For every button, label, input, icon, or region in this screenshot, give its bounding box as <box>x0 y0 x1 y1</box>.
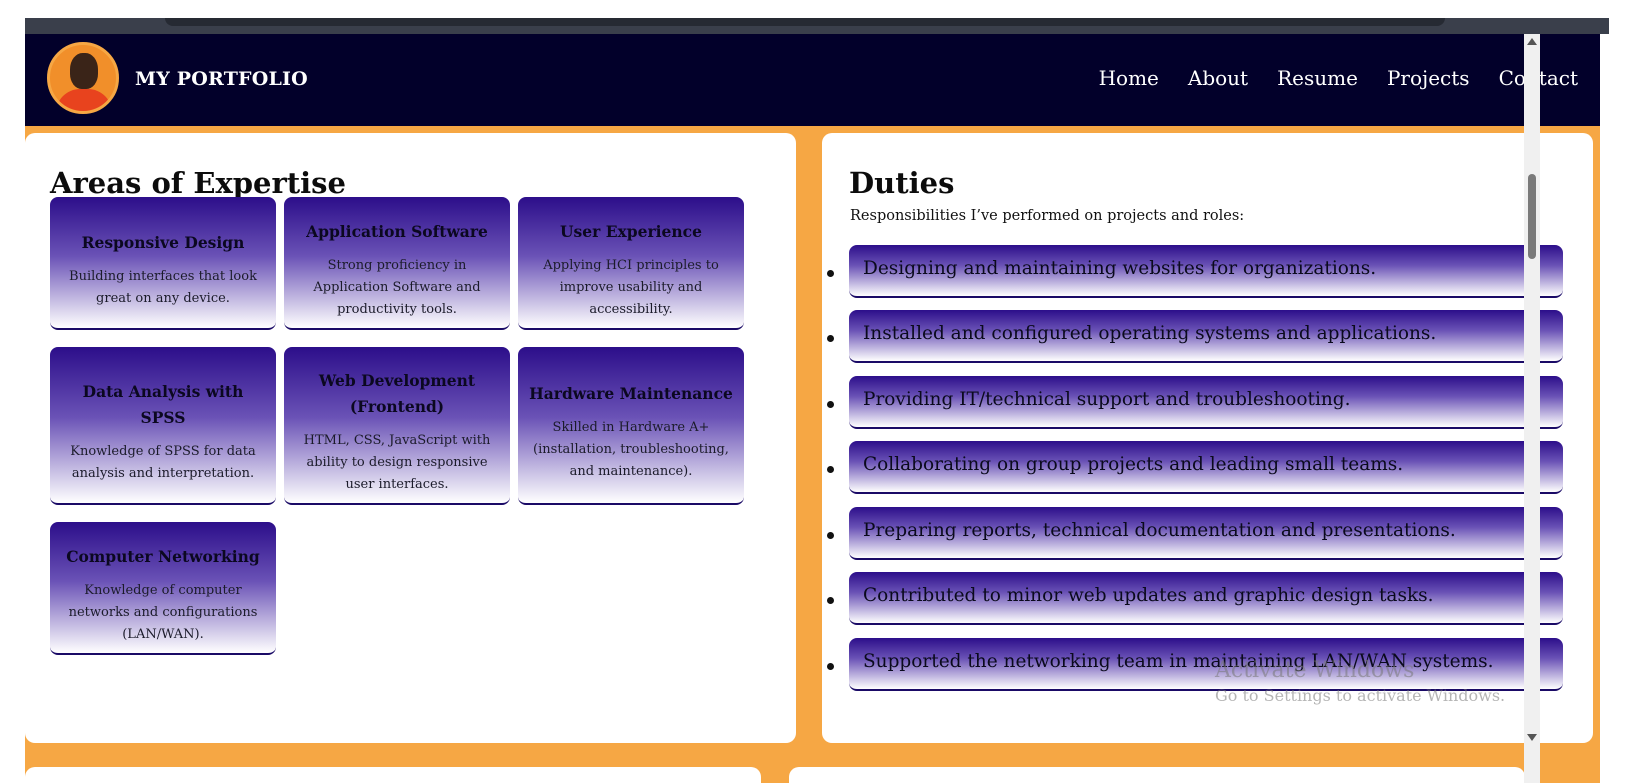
duty-text: Installed and configured operating syste… <box>863 323 1437 344</box>
skill-description: Building interfaces that look great on a… <box>69 268 257 306</box>
duties-card: Duties Responsibilities I’ve performed o… <box>822 133 1593 743</box>
navbar: MY PORTFOLIO Home About Resume Projects … <box>25 34 1600 126</box>
skill-description: HTML, CSS, JavaScript with ability to de… <box>303 433 491 492</box>
bullet-icon <box>827 270 834 277</box>
avatar-head <box>70 53 98 89</box>
skill-title: Hardware Maintenance <box>529 384 733 403</box>
duty-text: Preparing reports, technical documentati… <box>863 520 1456 541</box>
bullet-icon <box>827 597 834 604</box>
vertical-scrollbar[interactable] <box>1524 34 1540 783</box>
duty-text: Collaborating on group projects and lead… <box>863 454 1404 475</box>
expertise-grid: Responsive Design Building interfaces th… <box>50 197 762 685</box>
duty-item: Preparing reports, technical documentati… <box>849 507 1563 560</box>
skill-description: Skilled in Hardware A+ (installation, tr… <box>533 420 729 479</box>
next-section-card-right <box>789 767 1525 783</box>
bullet-icon <box>827 335 834 342</box>
bullet-icon <box>827 466 834 473</box>
skill-title: Computer Networking <box>66 546 260 566</box>
skill-description: Strong proficiency in Application Softwa… <box>313 257 481 317</box>
skill-card-application-software: Application Software Strong proficiency … <box>284 197 510 330</box>
browser-chrome <box>25 18 1609 34</box>
duty-item: Installed and configured operating syste… <box>849 310 1563 363</box>
duty-text: Contributed to minor web updates and gra… <box>863 585 1434 606</box>
skill-title: Application Software <box>306 221 488 241</box>
avatar-shirt <box>56 89 112 111</box>
next-section-card-left <box>25 767 761 783</box>
scroll-down-icon[interactable] <box>1527 734 1537 741</box>
duty-item: Contributed to minor web updates and gra… <box>849 572 1563 625</box>
skill-description: Knowledge of computer networks and confi… <box>68 582 258 642</box>
skill-card-user-experience: User Experience Applying HCI principles … <box>518 197 744 330</box>
bullet-icon <box>827 663 834 670</box>
page-background: MY PORTFOLIO Home About Resume Projects … <box>25 34 1600 783</box>
skill-title: Responsive Design <box>81 232 245 252</box>
brand-title[interactable]: MY PORTFOLIO <box>135 68 308 90</box>
skill-card-responsive-design: Responsive Design Building interfaces th… <box>50 197 276 330</box>
scroll-up-icon[interactable] <box>1527 38 1537 45</box>
nav-home[interactable]: Home <box>1099 66 1159 90</box>
duty-item: Supported the networking team in maintai… <box>849 638 1563 691</box>
nav-resume[interactable]: Resume <box>1277 66 1358 90</box>
bullet-icon <box>827 532 834 539</box>
expertise-title: Areas of Expertise <box>50 166 346 200</box>
skill-card-computer-networking: Computer Networking Knowledge of compute… <box>50 522 276 655</box>
duty-item: Collaborating on group projects and lead… <box>849 441 1563 494</box>
duty-item: Designing and maintaining websites for o… <box>849 245 1563 298</box>
address-bar-edge <box>165 18 1445 26</box>
duty-text: Designing and maintaining websites for o… <box>863 258 1377 279</box>
skill-card-hardware-maintenance: Hardware Maintenance Skilled in Hardware… <box>518 347 744 505</box>
skill-title: Data Analysis with SPSS <box>82 382 244 427</box>
duties-title: Duties <box>849 166 955 200</box>
skill-card-web-development: Web Development (Frontend) HTML, CSS, Ja… <box>284 347 510 505</box>
skill-card-data-analysis: Data Analysis with SPSS Knowledge of SPS… <box>50 347 276 505</box>
skill-description: Knowledge of SPSS for data analysis and … <box>70 444 256 481</box>
duty-text: Providing IT/technical support and troub… <box>863 389 1351 410</box>
skill-title: User Experience <box>560 221 702 241</box>
duty-item: Providing IT/technical support and troub… <box>849 376 1563 429</box>
bullet-icon <box>827 401 834 408</box>
nav-menu: Home About Resume Projects Contact <box>1099 66 1578 90</box>
nav-about[interactable]: About <box>1188 66 1248 90</box>
expertise-card: Areas of Expertise Responsive Design Bui… <box>25 133 796 743</box>
avatar[interactable] <box>47 42 119 114</box>
skill-description: Applying HCI principles to improve usabi… <box>543 257 719 317</box>
duties-subtitle: Responsibilities I’ve performed on proje… <box>850 208 1245 224</box>
nav-projects[interactable]: Projects <box>1387 66 1470 90</box>
scroll-thumb[interactable] <box>1528 174 1536 259</box>
duty-text: Supported the networking team in maintai… <box>863 651 1494 672</box>
skill-title: Web Development (Frontend) <box>318 371 476 416</box>
